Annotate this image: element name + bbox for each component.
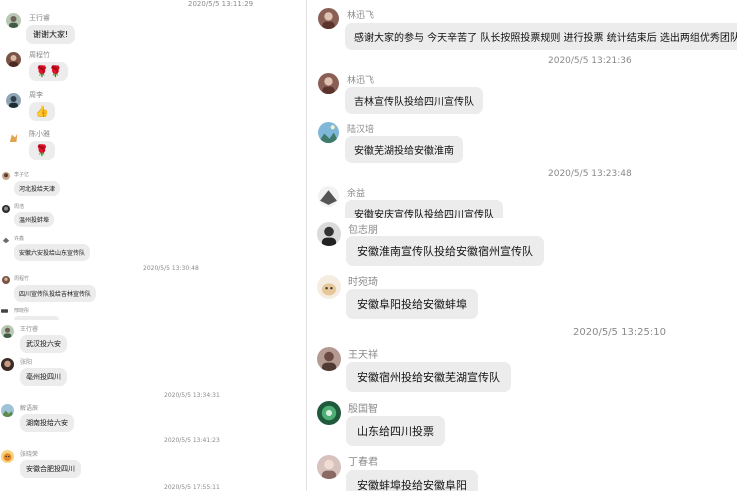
sender-name: 张晓荣 (20, 451, 39, 458)
sender-name: 包志朋 (348, 225, 378, 236)
sender-name: 王天祥 (348, 350, 378, 361)
avatar[interactable] (2, 205, 10, 213)
avatar[interactable] (1, 450, 14, 463)
avatar[interactable] (318, 122, 339, 143)
sender-name: 林迅飞 (347, 11, 375, 21)
sender-name: 王行睿 (20, 326, 39, 333)
cartoon-avatar-icon (2, 236, 10, 244)
avatar[interactable] (318, 73, 339, 94)
message-bubble[interactable]: 感谢大家的参与 今天辛苦了 队长按照投票规则 进行投票 统计结束后 选出两组优秀… (345, 23, 737, 50)
sender-name: 周程竹 (29, 51, 50, 59)
message-bubble[interactable]: 四川宣传队投给吉林宣传队 (14, 285, 97, 302)
sender-name: 林迅飞 (347, 76, 375, 86)
sender-name: 解语辰 (20, 405, 39, 412)
portrait-avatar-icon (6, 13, 21, 28)
message-bubble[interactable]: 安徽安庆宣传队投给四川宣传队 (345, 200, 503, 220)
portrait-avatar-icon (1, 309, 8, 313)
landscape-avatar-icon (1, 404, 14, 417)
avatar[interactable] (2, 276, 10, 284)
portrait-avatar-icon (317, 347, 341, 371)
message-bubble[interactable]: 安徽阜阳投给安徽蚌埠 (346, 289, 478, 319)
portrait-avatar-icon (318, 8, 339, 29)
avatar[interactable] (1, 358, 14, 371)
message-bubble[interactable]: 安徽六安投给山东宣传队 (14, 244, 91, 261)
cartoon-avatar-icon (317, 401, 341, 425)
message-bubble[interactable]: 河北投给天津 (14, 181, 61, 196)
message-bubble[interactable]: 安徽合肥投四川 (20, 460, 81, 478)
sender-name: 张阳 (20, 359, 33, 366)
avatar[interactable] (317, 275, 341, 299)
sender-name: 丁春君 (348, 457, 378, 468)
sender-name: 余益 (347, 189, 366, 199)
avatar[interactable] (317, 347, 341, 371)
chat-panel-left[interactable]: 2020/5/5 13:11:29 王行睿 谢谢大家! 周程竹 🌹🌹 周李 👍 … (0, 0, 307, 491)
message-bubble[interactable] (14, 316, 59, 320)
message-bubble[interactable]: 亳州投四川 (20, 368, 67, 386)
avatar[interactable] (318, 186, 339, 207)
portrait-avatar-icon (1, 358, 14, 371)
avatar[interactable] (317, 455, 341, 479)
message-bubble[interactable]: 安徽宿州投给安徽芜湖宣传队 (346, 362, 511, 392)
sender-name: 周李 (29, 91, 43, 99)
sender-name: 李子亿 (14, 172, 30, 178)
timestamp: 2020/5/5 13:11:29 (188, 0, 254, 8)
message-bubble[interactable]: 谢谢大家! (26, 25, 76, 44)
sender-name: 时宛琦 (348, 277, 378, 288)
avatar[interactable] (1, 404, 14, 417)
message-bubble[interactable]: 🌹 (29, 141, 55, 160)
portrait-avatar-icon (317, 455, 341, 479)
chat-panel-right-bottom[interactable]: 包志朋 安徽淮南宣传队投给安徽宿州宣传队 时宛琦 安徽阜阳投给安徽蚌埠 2020… (307, 218, 737, 491)
avatar[interactable] (6, 130, 21, 145)
sender-name: 邢晓彤 (14, 308, 30, 314)
avatar[interactable] (6, 52, 21, 67)
cat-avatar-icon (317, 275, 341, 299)
message-bubble[interactable]: 湖南投给六安 (20, 414, 74, 432)
timestamp: 2020/5/5 13:23:48 (548, 169, 632, 179)
sender-name: 殷国智 (348, 404, 378, 415)
message-bubble[interactable]: 👍 (29, 102, 55, 121)
timestamp: 2020/5/5 13:41:23 (164, 437, 220, 444)
portrait-avatar-icon (318, 73, 339, 94)
portrait-avatar-icon (1, 325, 14, 338)
message-bubble[interactable]: 山东给四川投票 (346, 416, 445, 446)
timestamp: 2020/5/5 13:21:36 (548, 56, 632, 66)
message-bubble[interactable]: 安徽芜湖投给安徽淮南 (345, 136, 463, 163)
avatar[interactable] (2, 172, 10, 180)
sender-name: 王行睿 (29, 14, 50, 22)
timestamp: 2020/5/5 17:55:11 (164, 484, 220, 491)
chat-panel-right-top[interactable]: 林迅飞 感谢大家的参与 今天辛苦了 队长按照投票规则 进行投票 统计结束后 选出… (307, 0, 737, 220)
avatar[interactable] (317, 222, 341, 246)
timestamp: 2020/5/5 13:25:10 (573, 327, 667, 338)
avatar[interactable] (1, 309, 8, 313)
portrait-avatar-icon (2, 205, 10, 213)
portrait-avatar-icon (2, 172, 10, 180)
sender-name: 陈小雅 (29, 130, 50, 138)
timestamp: 2020/5/5 13:30:48 (143, 265, 199, 272)
sender-name: 许鑫 (14, 236, 25, 242)
cat-avatar-icon (6, 130, 21, 145)
message-bubble[interactable]: 温州投蚌埠 (14, 212, 55, 227)
landscape-avatar-icon (318, 122, 339, 143)
avatar[interactable] (2, 236, 10, 244)
message-bubble[interactable]: 安徽蚌埠投给安徽阜阳 (346, 470, 478, 491)
avatar[interactable] (6, 13, 21, 28)
cartoon-avatar-icon (1, 450, 14, 463)
avatar[interactable] (1, 325, 14, 338)
sender-name: 陆汉培 (347, 125, 375, 135)
avatar[interactable] (318, 8, 339, 29)
portrait-avatar-icon (2, 276, 10, 284)
sender-name: 周浩 (14, 204, 25, 210)
message-bubble[interactable]: 武汉投六安 (20, 335, 67, 353)
message-bubble[interactable]: 安徽淮南宣传队投给安徽宿州宣传队 (346, 236, 544, 266)
portrait-avatar-icon (6, 52, 21, 67)
avatar[interactable] (317, 401, 341, 425)
message-bubble[interactable]: 吉林宣传队投给四川宣传队 (345, 87, 483, 114)
portrait-avatar-icon (6, 93, 21, 108)
timestamp: 2020/5/5 13:34:31 (164, 392, 220, 399)
avatar[interactable] (6, 93, 21, 108)
message-bubble[interactable]: 🌹🌹 (29, 62, 69, 81)
cartoon-avatar-icon (318, 186, 339, 207)
sender-name: 周程竹 (14, 276, 30, 282)
portrait-avatar-icon (317, 222, 341, 246)
